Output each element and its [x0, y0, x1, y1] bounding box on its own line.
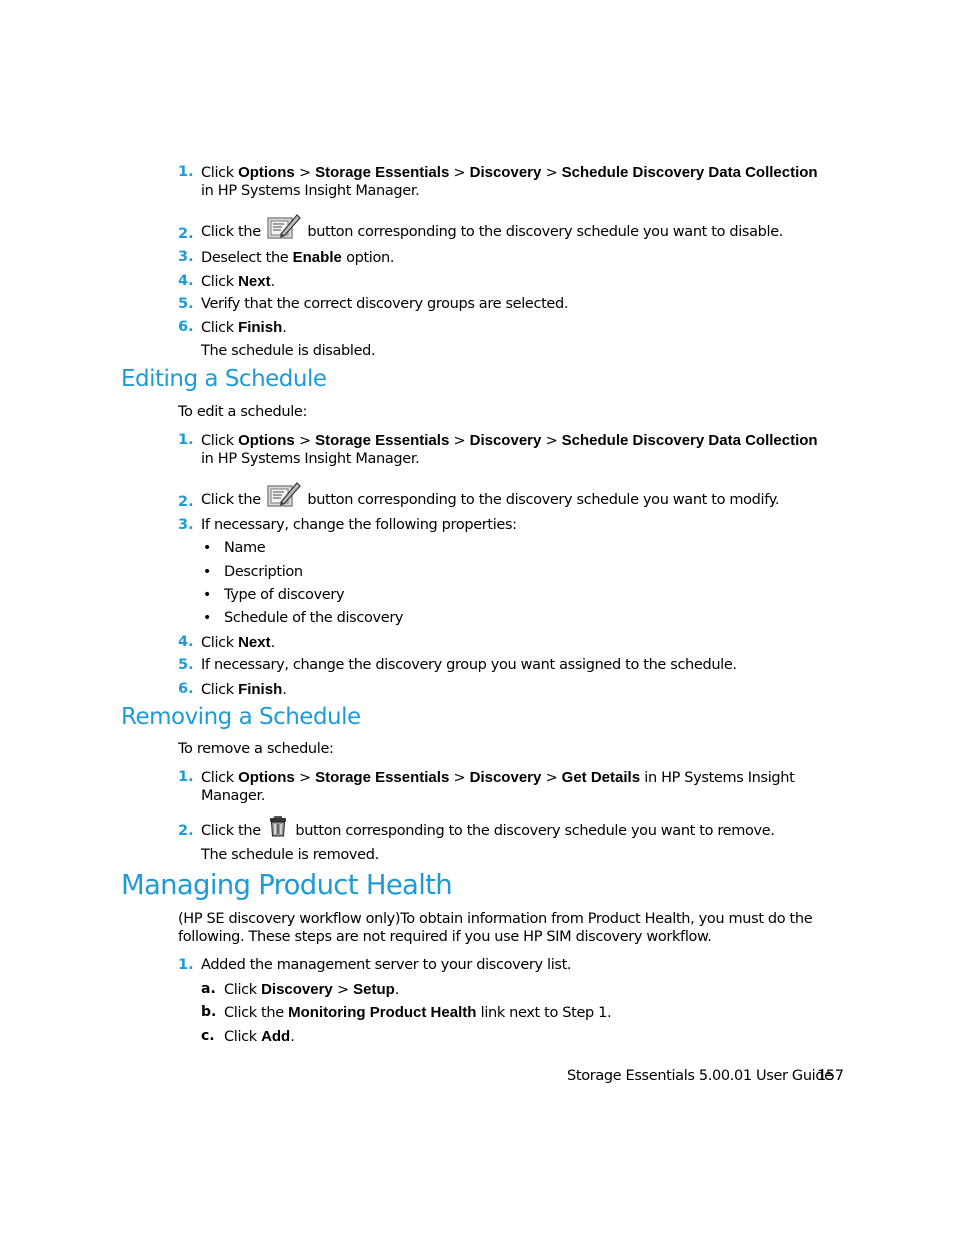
disable-step-3: Deselect the Enable option. [201, 249, 395, 266]
disable-step-1: Click Options > Storage Essentials > Dis… [201, 164, 818, 181]
edit-schedule-icon [267, 482, 301, 507]
step-number: 1. [178, 164, 194, 180]
step-number: 2. [178, 226, 194, 242]
step-number: 5. [178, 296, 194, 312]
removing-step-1: Click Options > Storage Essentials > Dis… [201, 769, 795, 786]
step-number: 2. [178, 494, 194, 510]
substep-b: Click the Monitoring Product Health link… [224, 1004, 612, 1021]
page-number: 157 [817, 1068, 844, 1084]
section-heading-product-health: Managing Product Health [121, 869, 453, 901]
editing-step-6: Click Finish. [201, 681, 287, 698]
disable-step-2: Click the button corresponding to the di… [201, 212, 783, 247]
section-heading-removing: Removing a Schedule [121, 704, 361, 730]
substep-c: Click Add. [224, 1028, 295, 1045]
bullet: • [203, 587, 212, 603]
product-health-step-1: Added the management server to your disc… [201, 957, 572, 973]
disable-step-4: Click Next. [201, 273, 275, 290]
document-page: 1. Click Options > Storage Essentials > … [0, 0, 954, 1235]
footer-guide-title: Storage Essentials 5.00.01 User Guide [567, 1068, 833, 1084]
product-health-intro-line1: (HP SE discovery workflow only)To obtain… [178, 911, 813, 927]
property-item: Type of discovery [224, 587, 345, 603]
step-number: 1. [178, 432, 194, 448]
disable-step-5: Verify that the correct discovery groups… [201, 296, 569, 312]
substep-letter: c. [201, 1028, 215, 1044]
editing-step-1: Click Options > Storage Essentials > Dis… [201, 432, 818, 449]
disable-result: The schedule is disabled. [201, 343, 376, 359]
property-item: Schedule of the discovery [224, 610, 404, 626]
editing-step-4: Click Next. [201, 634, 275, 651]
product-health-intro-line2: following. These steps are not required … [178, 929, 712, 945]
step-number: 6. [178, 319, 194, 335]
removing-result: The schedule is removed. [201, 847, 379, 863]
trash-icon [270, 816, 287, 837]
bullet: • [203, 540, 212, 556]
editing-intro: To edit a schedule: [178, 404, 308, 420]
disable-step-6: Click Finish. [201, 319, 287, 336]
bullet: • [203, 564, 212, 580]
step-number: 4. [178, 273, 194, 289]
edit-schedule-icon [267, 214, 301, 239]
removing-step-1-line2: Manager. [201, 788, 266, 804]
disable-step-1-line2: in HP Systems Insight Manager. [201, 183, 420, 199]
step-number: 3. [178, 517, 194, 533]
editing-step-1-line2: in HP Systems Insight Manager. [201, 451, 420, 467]
step-number: 2. [178, 823, 194, 839]
step-number: 1. [178, 957, 194, 973]
step-number: 1. [178, 769, 194, 785]
substep-a: Click Discovery > Setup. [224, 981, 400, 998]
property-item: Name [224, 540, 266, 556]
editing-step-5: If necessary, change the discovery group… [201, 657, 737, 673]
step-number: 3. [178, 249, 194, 265]
property-item: Description [224, 564, 303, 580]
step-number: 5. [178, 657, 194, 673]
substep-letter: b. [201, 1004, 217, 1020]
bullet: • [203, 610, 212, 626]
step-number: 4. [178, 634, 194, 650]
section-heading-editing: Editing a Schedule [121, 366, 327, 392]
substep-letter: a. [201, 981, 216, 997]
editing-step-3: If necessary, change the following prope… [201, 517, 517, 533]
step-number: 6. [178, 681, 194, 697]
editing-step-2: Click the button corresponding to the di… [201, 480, 780, 515]
removing-intro: To remove a schedule: [178, 741, 334, 757]
removing-step-2: Click the button corresponding to the di… [201, 815, 775, 844]
